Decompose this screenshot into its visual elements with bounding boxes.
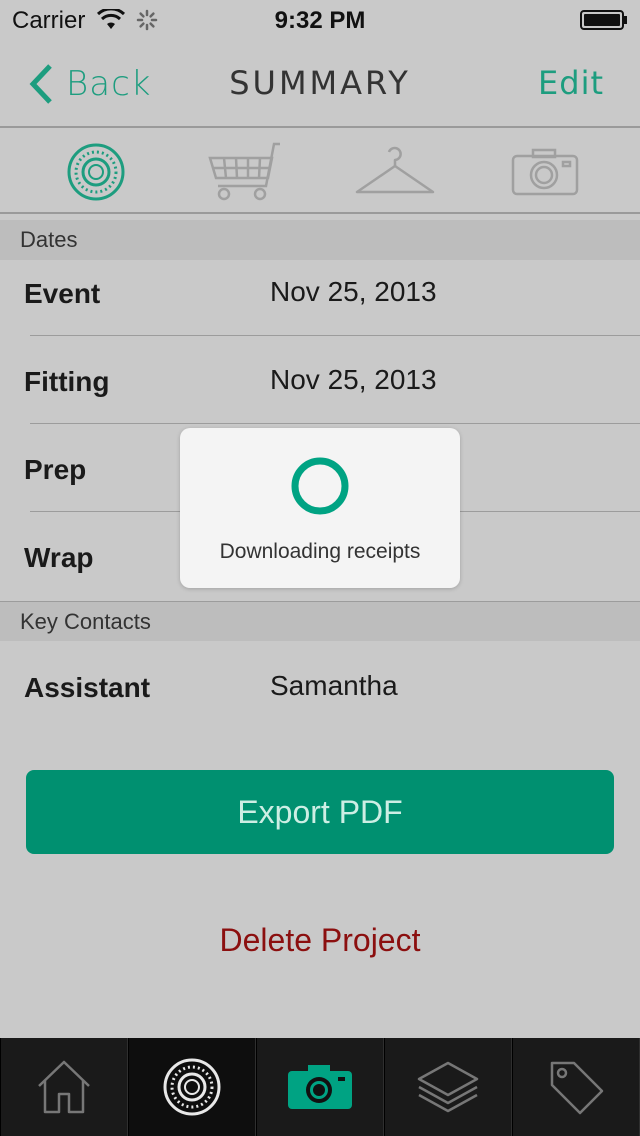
navigation-bar: Back SUMMARY Edit	[0, 40, 640, 128]
segment-photos[interactable]	[508, 140, 582, 204]
home-icon	[38, 1060, 90, 1114]
tab-home[interactable]	[0, 1038, 128, 1136]
layers-icon	[417, 1061, 479, 1113]
camera-icon	[511, 148, 579, 196]
tag-icon	[550, 1061, 604, 1115]
row-value: Nov 25, 2013	[270, 364, 437, 395]
progress-ring-icon	[291, 457, 349, 515]
segment-wardrobe[interactable]	[352, 140, 438, 204]
battery-icon	[580, 10, 627, 30]
status-time: 9:32 PM	[274, 7, 366, 34]
row-label: Prep	[24, 454, 87, 485]
tab-layers[interactable]	[384, 1038, 512, 1136]
status-bar: Carrier 9:32 PM	[0, 0, 640, 40]
export-pdf-button[interactable]: Export PDF	[26, 770, 614, 854]
edit-button[interactable]: Edit	[538, 64, 604, 102]
tab-summary[interactable]	[128, 1038, 256, 1136]
loading-message: Downloading receipts	[219, 540, 421, 563]
hanger-icon	[355, 146, 435, 194]
row-assistant[interactable]: Assistant Samantha	[0, 642, 640, 730]
tab-bar	[0, 1038, 640, 1136]
row-value: Nov 25, 2013	[270, 276, 437, 307]
tab-photos[interactable]	[256, 1038, 384, 1136]
row-fitting[interactable]: Fitting Nov 25, 2013	[0, 336, 640, 424]
loading-hud: Downloading receipts	[180, 428, 460, 588]
row-label: Assistant	[24, 672, 151, 703]
dial-icon	[67, 143, 125, 201]
section-header-key-contacts: Key Contacts	[0, 601, 640, 641]
dial-icon	[163, 1058, 221, 1116]
row-label: Fitting	[24, 366, 110, 397]
row-event[interactable]: Event Nov 25, 2013	[0, 248, 640, 336]
delete-project-button[interactable]: Delete Project	[0, 922, 640, 959]
segment-purchases[interactable]	[202, 140, 286, 204]
row-label: Wrap	[24, 542, 94, 573]
tab-tags[interactable]	[512, 1038, 640, 1136]
segment-summary[interactable]	[58, 140, 134, 204]
cart-icon	[208, 142, 280, 201]
camera-icon	[288, 1065, 352, 1109]
segment-toolbar	[0, 130, 640, 214]
row-label: Event	[24, 278, 101, 309]
row-value: Samantha	[270, 670, 398, 701]
